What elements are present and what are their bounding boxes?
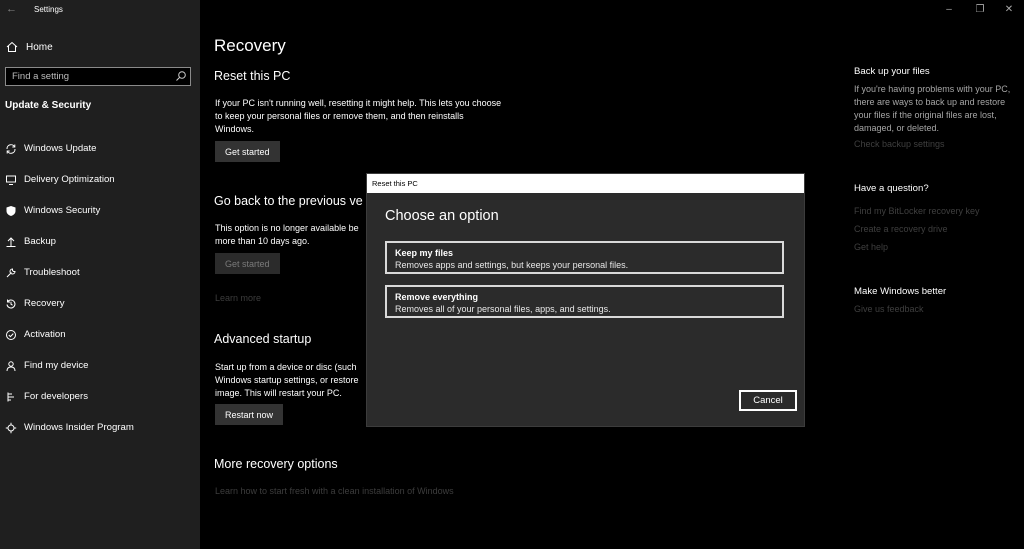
sidebar-item-label: Delivery Optimization <box>24 174 115 185</box>
reset-description: If your PC isn't running well, resetting… <box>215 98 502 134</box>
question-heading: Have a question? <box>854 183 929 194</box>
sidebar-item-troubleshoot[interactable]: Troubleshoot <box>0 257 200 288</box>
option-description: Removes all of your personal files, apps… <box>395 304 611 314</box>
sidebar-item-activation[interactable]: Activation <box>0 319 200 350</box>
reset-get-started-button[interactable]: Get started <box>215 141 280 162</box>
back-arrow-icon[interactable]: ← <box>6 3 17 15</box>
home-label: Home <box>26 41 53 53</box>
sidebar-item-label: Troubleshoot <box>24 267 80 278</box>
option-title: Remove everything <box>395 292 479 302</box>
sidebar-item-delivery-optimization[interactable]: Delivery Optimization <box>0 164 200 195</box>
sidebar-item-label: Activation <box>24 329 66 340</box>
developer-icon <box>5 391 17 403</box>
sidebar-item-label: For developers <box>24 391 88 402</box>
sidebar-item-recovery[interactable]: Recovery <box>0 288 200 319</box>
check-circle-icon <box>5 329 17 341</box>
close-icon[interactable]: ✕ <box>1003 4 1015 15</box>
advanced-heading: Advanced startup <box>214 332 312 346</box>
sidebar-item-label: Windows Insider Program <box>24 422 134 433</box>
backup-heading: Back up your files <box>854 66 930 77</box>
home-icon <box>6 41 18 52</box>
sidebar-nav: Windows Update Delivery Optimization Win… <box>0 133 200 443</box>
sidebar-item-label: Windows Update <box>24 143 97 154</box>
minimize-icon[interactable]: – <box>943 4 955 15</box>
backup-text: If you're having problems with your PC, … <box>854 84 1011 133</box>
search-box[interactable] <box>5 67 191 86</box>
wrench-icon <box>5 267 17 279</box>
advanced-description: Start up from a device or disc (such Win… <box>215 362 359 398</box>
goback-heading: Go back to the previous ve <box>214 194 363 208</box>
page-title: Recovery <box>214 36 286 55</box>
recovery-icon <box>5 298 17 310</box>
reset-dialog: Reset this PC Choose an option Keep my f… <box>366 173 805 427</box>
cancel-button[interactable]: Cancel <box>739 390 797 411</box>
learn-more-link[interactable]: Learn more <box>215 293 261 303</box>
keep-my-files-option[interactable]: Keep my files Removes apps and settings,… <box>385 241 784 274</box>
sidebar: ← Settings Home Update & Security Window… <box>0 0 200 549</box>
backup-arrow-icon <box>5 236 17 248</box>
recovery-drive-link[interactable]: Create a recovery drive <box>854 224 948 234</box>
sidebar-item-find-my-device[interactable]: Find my device <box>0 350 200 381</box>
insider-icon <box>5 422 17 434</box>
shield-icon <box>5 205 17 217</box>
sidebar-item-label: Recovery <box>24 298 65 309</box>
app-title: Settings <box>34 5 63 14</box>
check-backup-link[interactable]: Check backup settings <box>854 139 945 149</box>
delivery-icon <box>5 174 17 186</box>
sidebar-item-backup[interactable]: Backup <box>0 226 200 257</box>
restore-icon[interactable]: ❐ <box>974 4 986 15</box>
restart-now-button[interactable]: Restart now <box>215 404 284 425</box>
sync-icon <box>5 143 17 155</box>
sidebar-item-label: Windows Security <box>24 205 101 216</box>
sidebar-item-windows-security[interactable]: Windows Security <box>0 195 200 226</box>
sidebar-item-label: Find my device <box>24 360 89 371</box>
sidebar-item-windows-update[interactable]: Windows Update <box>0 133 200 164</box>
person-pin-icon <box>5 360 17 372</box>
more-options-heading: More recovery options <box>214 457 338 471</box>
reset-heading: Reset this PC <box>214 69 291 83</box>
feedback-link[interactable]: Give us feedback <box>854 304 924 314</box>
goback-get-started-button[interactable]: Get started <box>215 253 280 274</box>
dialog-title: Reset this PC <box>367 174 804 193</box>
search-input[interactable] <box>6 68 174 85</box>
fresh-start-link[interactable]: Learn how to start fresh with a clean in… <box>215 486 454 496</box>
sidebar-item-windows-insider-program[interactable]: Windows Insider Program <box>0 412 200 443</box>
search-icon[interactable] <box>175 70 187 82</box>
option-description: Removes apps and settings, but keeps you… <box>395 260 629 270</box>
sidebar-item-label: Backup <box>24 236 56 247</box>
remove-everything-option[interactable]: Remove everything Removes all of your pe… <box>385 285 784 318</box>
bitlocker-link[interactable]: Find my BitLocker recovery key <box>854 206 980 216</box>
home-link[interactable]: Home <box>5 39 53 55</box>
get-help-link[interactable]: Get help <box>854 242 888 252</box>
titlebar: ← Settings <box>0 0 200 22</box>
section-title: Update & Security <box>5 100 92 111</box>
option-title: Keep my files <box>395 248 454 258</box>
dialog-heading: Choose an option <box>385 208 499 224</box>
goback-description: This option is no longer available be mo… <box>215 223 359 246</box>
sidebar-item-for-developers[interactable]: For developers <box>0 381 200 412</box>
better-heading: Make Windows better <box>854 286 947 297</box>
